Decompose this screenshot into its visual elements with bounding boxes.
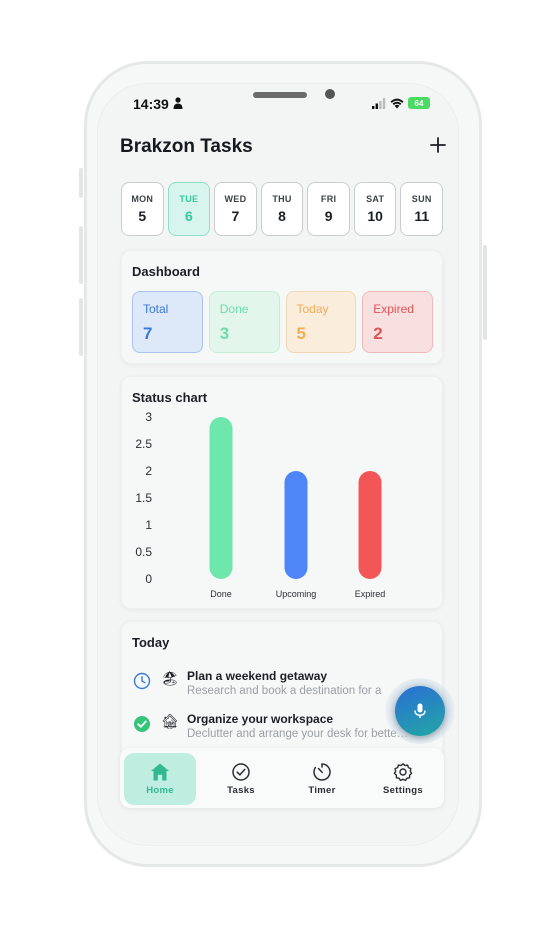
day-date: 10: [367, 208, 383, 224]
task-title: Plan a weekend getaway: [187, 669, 328, 683]
day-name: FRI: [320, 194, 337, 204]
stat-value: 3: [219, 324, 230, 343]
stat-today[interactable]: Today 5: [285, 291, 357, 353]
bottom-navigation: Home Tasks Timer Settings: [120, 748, 444, 808]
stat-total[interactable]: Total 7: [132, 291, 203, 353]
nav-settings[interactable]: Settings: [367, 753, 439, 805]
y-tick-label: 2.5: [135, 437, 152, 451]
nav-label: Tasks: [227, 785, 255, 796]
day-mon[interactable]: MON 5: [121, 182, 164, 236]
stat-label: Done: [219, 302, 249, 316]
stat-value: 5: [296, 324, 306, 343]
stat-label: Total: [143, 302, 169, 316]
day-name: SAT: [366, 194, 385, 204]
day-name: TUE: [179, 194, 199, 204]
side-button-power: [483, 245, 487, 340]
check-circle-icon: [232, 763, 250, 781]
status-time: 14:39: [133, 96, 169, 112]
day-name: SUN: [411, 194, 432, 204]
day-date: 8: [278, 208, 286, 224]
y-tick-label: 0.5: [135, 545, 152, 559]
week-selector: MON 5 TUE 6 WED 7 THU 8 FRI 9 SAT 10 SUN…: [121, 182, 444, 236]
stat-value: 2: [373, 324, 383, 343]
beach-icon: 🏖: [161, 671, 179, 687]
clock-icon: [133, 672, 151, 690]
home-icon: [151, 763, 169, 781]
chart-bar-expired: [358, 471, 382, 579]
y-tick-label: 1: [145, 518, 152, 532]
chart-bar-done: [209, 417, 233, 579]
day-date: 5: [138, 208, 147, 224]
nav-label: Timer: [308, 785, 336, 796]
day-date: 6: [184, 208, 193, 224]
wifi-icon: [390, 98, 404, 108]
day-name: WED: [224, 194, 247, 204]
y-tick-label: 2: [145, 464, 152, 478]
status-chart: 3 2.5 2 1.5 1 0.5 0 Done Upcoming Expired: [135, 410, 386, 599]
check-circle-icon[interactable]: [133, 715, 151, 733]
timer-icon: [313, 763, 331, 781]
signal-icon: [372, 97, 386, 109]
voice-input-button[interactable]: [395, 686, 445, 736]
person-icon: [173, 97, 183, 109]
today-title: Today: [132, 635, 170, 650]
nav-label: Settings: [383, 785, 423, 796]
app-title: Brakzon Tasks: [120, 136, 253, 157]
status-chart-title: Status chart: [132, 390, 208, 405]
battery-indicator: 64: [408, 97, 430, 109]
nav-tasks[interactable]: Tasks: [205, 753, 277, 805]
side-button-volume-down: [79, 298, 83, 356]
stat-label: Today: [296, 302, 329, 316]
nav-timer[interactable]: Timer: [286, 753, 358, 805]
y-tick-label: 1.5: [135, 491, 152, 505]
day-name: MON: [131, 194, 154, 204]
side-button-volume-up: [79, 226, 83, 284]
day-sun[interactable]: SUN 11: [400, 182, 444, 236]
stat-expired[interactable]: Expired 2: [362, 291, 433, 353]
day-tue[interactable]: TUE 6: [167, 182, 211, 236]
stat-done[interactable]: Done 3: [208, 291, 280, 353]
task-title: Organize your workspace: [187, 712, 334, 726]
status-indicators: 64: [372, 96, 430, 110]
day-date: 9: [324, 208, 333, 224]
day-name: THU: [272, 194, 292, 204]
x-tick-label: Done: [210, 589, 232, 599]
x-tick-label: Upcoming: [276, 589, 317, 599]
chart-bar-upcoming: [284, 471, 308, 579]
stat-label: Expired: [373, 302, 414, 316]
dashboard-stats: Total 7 Done 3 Today 5 Expired 2: [132, 291, 433, 353]
dynamic-island-speaker: [253, 92, 307, 98]
y-tick-label: 0: [145, 572, 152, 586]
mic-icon: [414, 703, 426, 718]
day-sat[interactable]: SAT 10: [353, 182, 397, 236]
nav-home[interactable]: Home: [124, 753, 196, 805]
x-tick-label: Expired: [355, 589, 386, 599]
add-task-button[interactable]: [427, 134, 449, 156]
day-wed[interactable]: WED 7: [214, 182, 257, 236]
house-icon: 🏚: [161, 714, 179, 730]
side-button-mute: [79, 168, 83, 198]
dynamic-island-camera: [325, 89, 335, 99]
day-date: 11: [414, 208, 430, 224]
y-tick-label: 3: [145, 410, 152, 424]
nav-label: Home: [146, 785, 174, 796]
settings-icon: [393, 763, 413, 782]
stat-value: 7: [143, 324, 153, 343]
day-fri[interactable]: FRI 9: [307, 182, 350, 236]
dashboard-title: Dashboard: [132, 264, 200, 279]
day-thu[interactable]: THU 8: [260, 182, 304, 236]
day-date: 7: [231, 208, 240, 224]
